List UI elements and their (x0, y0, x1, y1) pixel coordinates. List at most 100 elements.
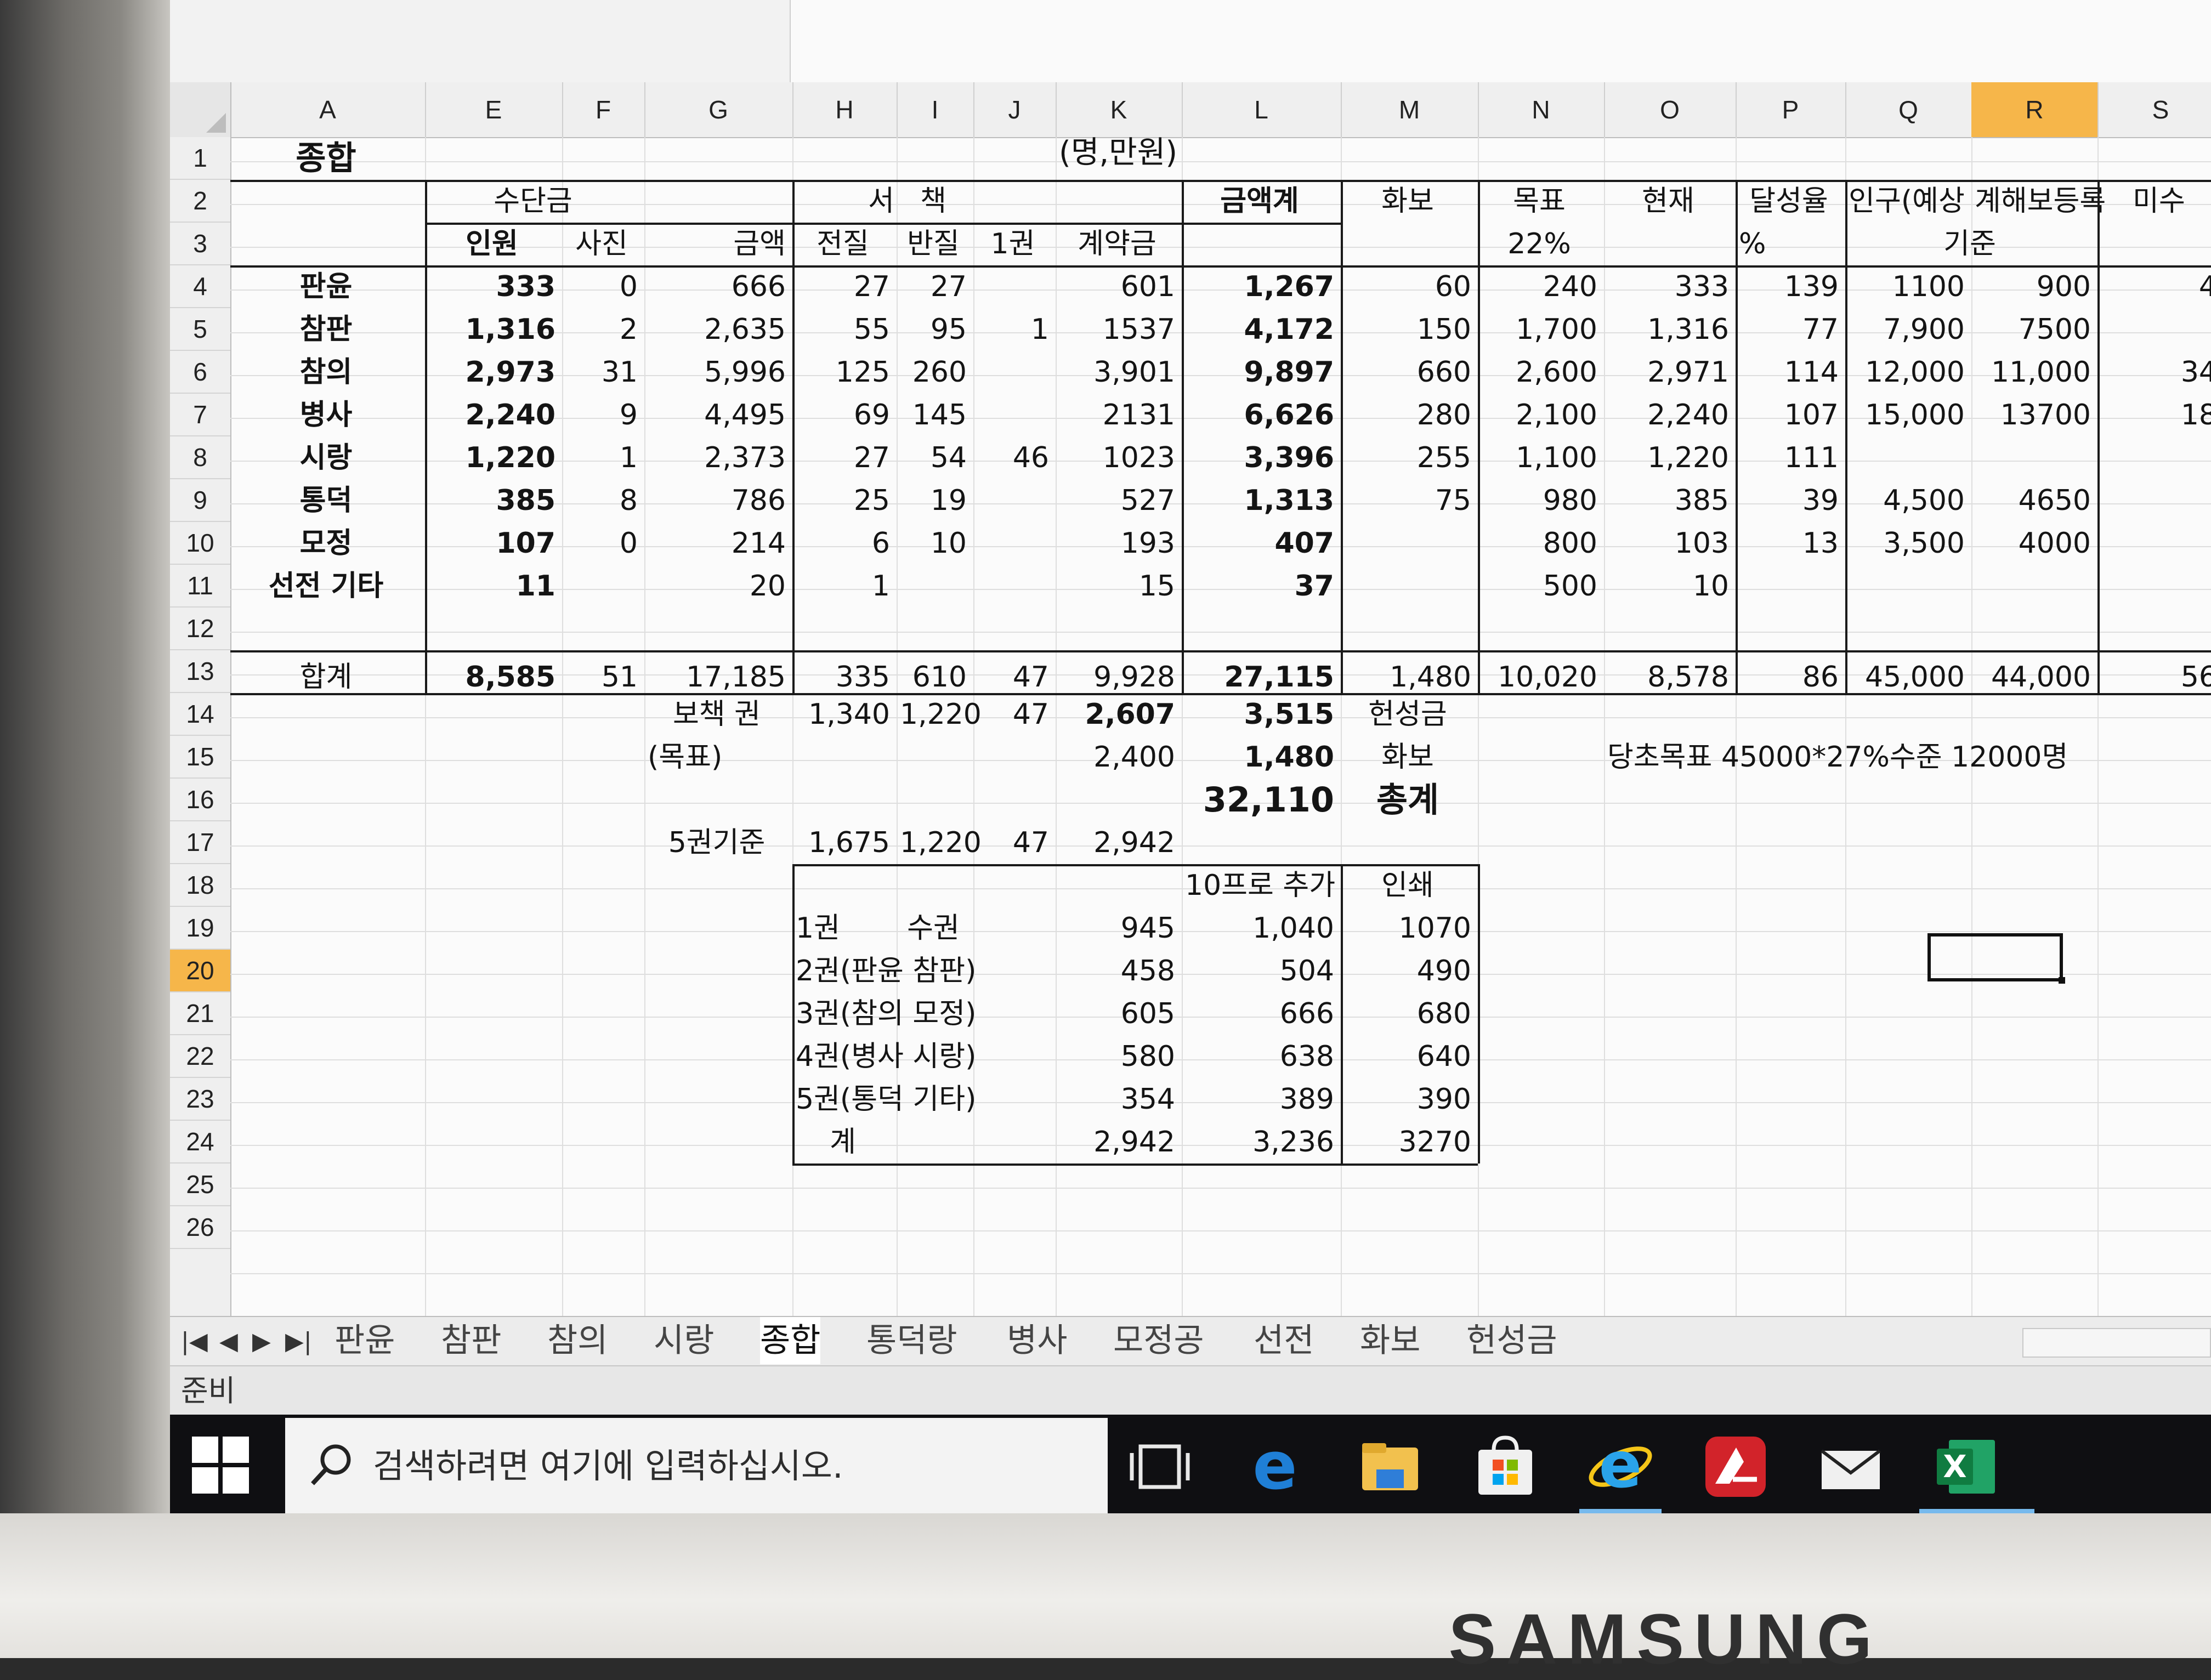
cell-i[interactable]: 10 (900, 522, 967, 565)
grand-total-value[interactable]: 32,110 (1185, 779, 1334, 821)
subtable-l[interactable]: 1,040 (1185, 907, 1334, 950)
store-icon[interactable] (1470, 1431, 1541, 1502)
subtable-row-label[interactable]: 5권(통덕 기타) (796, 1078, 1049, 1121)
row-header-17[interactable]: 17 (170, 821, 230, 864)
cell-e[interactable]: 1,316 (428, 308, 555, 351)
header-misu[interactable]: 미수 (2101, 180, 2211, 223)
header-mokpyo[interactable]: 목표 (1481, 180, 1597, 223)
cell-e[interactable]: 385 (428, 479, 555, 522)
row-header-6[interactable]: 6 (170, 351, 230, 394)
total-f[interactable]: 51 (565, 656, 638, 699)
cell-p[interactable]: 114 (1739, 351, 1839, 394)
header-sajin[interactable]: 사진 (565, 223, 638, 265)
row-header-12[interactable]: 12 (170, 608, 230, 650)
column-header-q[interactable]: Q (1845, 82, 1972, 137)
cell-k[interactable]: 1537 (1059, 308, 1175, 351)
cell-h[interactable]: 1 (796, 565, 890, 608)
subtable-row-label[interactable]: 2권(판윤 참판) (796, 950, 1049, 992)
cell-f[interactable]: 1 (565, 436, 638, 479)
column-header-k[interactable]: K (1056, 82, 1183, 137)
cell-k[interactable]: 3,901 (1059, 351, 1175, 394)
row-header-8[interactable]: 8 (170, 436, 230, 479)
cell-l[interactable]: 1,267 (1185, 265, 1334, 308)
cell-e[interactable]: 11 (428, 565, 555, 608)
cell-g[interactable]: 20 (648, 565, 786, 608)
cell-h[interactable]: 27 (796, 436, 890, 479)
adobe-reader-icon[interactable] (1700, 1431, 1771, 1502)
five-volume-k[interactable]: 2,942 (1059, 821, 1175, 864)
cell-o[interactable]: 2,971 (1607, 351, 1729, 394)
subtable-l[interactable]: 638 (1185, 1035, 1334, 1078)
cell-g[interactable]: 5,996 (648, 351, 786, 394)
header-hwabo[interactable]: 화보 (1344, 180, 1471, 223)
cell-l[interactable]: 3,396 (1185, 436, 1334, 479)
cell-h[interactable]: 6 (796, 522, 890, 565)
cell-l[interactable]: 4,172 (1185, 308, 1334, 351)
cell-r[interactable]: 11,000 (1975, 351, 2091, 394)
bochaek-h[interactable]: 1,340 (796, 693, 890, 736)
row-header-18[interactable]: 18 (170, 864, 230, 907)
row-header-9[interactable]: 9 (170, 479, 230, 522)
cell-f[interactable]: 9 (565, 394, 638, 436)
cell-k[interactable]: 601 (1059, 265, 1175, 308)
row-header-25[interactable]: 25 (170, 1163, 230, 1206)
cell-o[interactable]: 10 (1607, 565, 1729, 608)
cell-h[interactable]: 25 (796, 479, 890, 522)
cell-g[interactable]: 214 (648, 522, 786, 565)
row-label[interactable]: 병사 (234, 394, 418, 436)
sheet-tab[interactable]: 참판 (441, 1317, 501, 1364)
row-header-7[interactable]: 7 (170, 394, 230, 436)
five-volume-j[interactable]: 47 (977, 821, 1049, 864)
cell-q[interactable]: 4,500 (1849, 479, 1965, 522)
cell-o[interactable]: 1,220 (1607, 436, 1729, 479)
row-header-20[interactable]: 20 (170, 950, 230, 992)
total-q[interactable]: 45,000 (1849, 656, 1965, 699)
total-label[interactable]: 합계 (234, 656, 418, 699)
sheet-tab[interactable]: 시랑 (654, 1317, 714, 1364)
cell-m[interactable]: 255 (1344, 436, 1471, 479)
header-chaek[interactable]: 책 (900, 180, 967, 223)
heonseonggeum-label[interactable]: 헌성금 (1344, 693, 1471, 736)
header-total[interactable]: 금액계 (1185, 180, 1334, 223)
subtable-m[interactable]: 680 (1344, 992, 1471, 1035)
cell-n[interactable]: 980 (1481, 479, 1597, 522)
target-l[interactable]: 1,480 (1185, 736, 1334, 779)
subtable-row-label[interactable]: 3권(참의 모정) (796, 992, 1049, 1035)
cell-i[interactable]: 145 (900, 394, 967, 436)
cell-p[interactable]: 107 (1739, 394, 1839, 436)
target-k[interactable]: 2,400 (1059, 736, 1175, 779)
file-explorer-icon[interactable] (1354, 1431, 1426, 1502)
cell-n[interactable]: 1,100 (1481, 436, 1597, 479)
cell-f[interactable]: 0 (565, 522, 638, 565)
column-header-f[interactable]: F (562, 82, 645, 137)
cell-q[interactable]: 12,000 (1849, 351, 1965, 394)
row-header-15[interactable]: 15 (170, 736, 230, 779)
cell-g[interactable]: 666 (648, 265, 786, 308)
subtable-l[interactable]: 666 (1185, 992, 1334, 1035)
cell-j[interactable]: 46 (977, 436, 1049, 479)
cell-n[interactable]: 2,600 (1481, 351, 1597, 394)
row-label[interactable]: 선전 기타 (234, 565, 418, 608)
row-label[interactable]: 판윤 (234, 265, 418, 308)
internet-explorer-icon[interactable]: e (1585, 1431, 1656, 1502)
cell-g[interactable]: 786 (648, 479, 786, 522)
cell-m[interactable]: 150 (1344, 308, 1471, 351)
header-dalseong[interactable]: 달성율 (1739, 180, 1839, 223)
column-header-j[interactable]: J (973, 82, 1057, 137)
cell-f[interactable]: 8 (565, 479, 638, 522)
header-ilgwon[interactable]: 1권 (977, 223, 1049, 265)
cell-i[interactable]: 54 (900, 436, 967, 479)
bochaek-l[interactable]: 3,515 (1185, 693, 1334, 736)
horizontal-scrollbar[interactable] (2022, 1328, 2211, 1358)
worksheet[interactable]: AEFGHIJKLMNOPQRS 1 2 3 4 5 6 7 8 9 10 11 12 13 14 15 16… (170, 82, 2211, 1316)
sheet-tab[interactable]: 종합 (760, 1317, 821, 1364)
sheet-tab[interactable]: 통덕랑 (866, 1317, 957, 1364)
cell-g[interactable]: 2,373 (648, 436, 786, 479)
total-n[interactable]: 10,020 (1481, 656, 1597, 699)
cell-k[interactable]: 2131 (1059, 394, 1175, 436)
header-pct[interactable]: % (1739, 223, 1839, 265)
mail-icon[interactable] (1815, 1431, 1886, 1502)
cell-k[interactable]: 1023 (1059, 436, 1175, 479)
total-i[interactable]: 610 (900, 656, 967, 699)
cell-n[interactable]: 500 (1481, 565, 1597, 608)
